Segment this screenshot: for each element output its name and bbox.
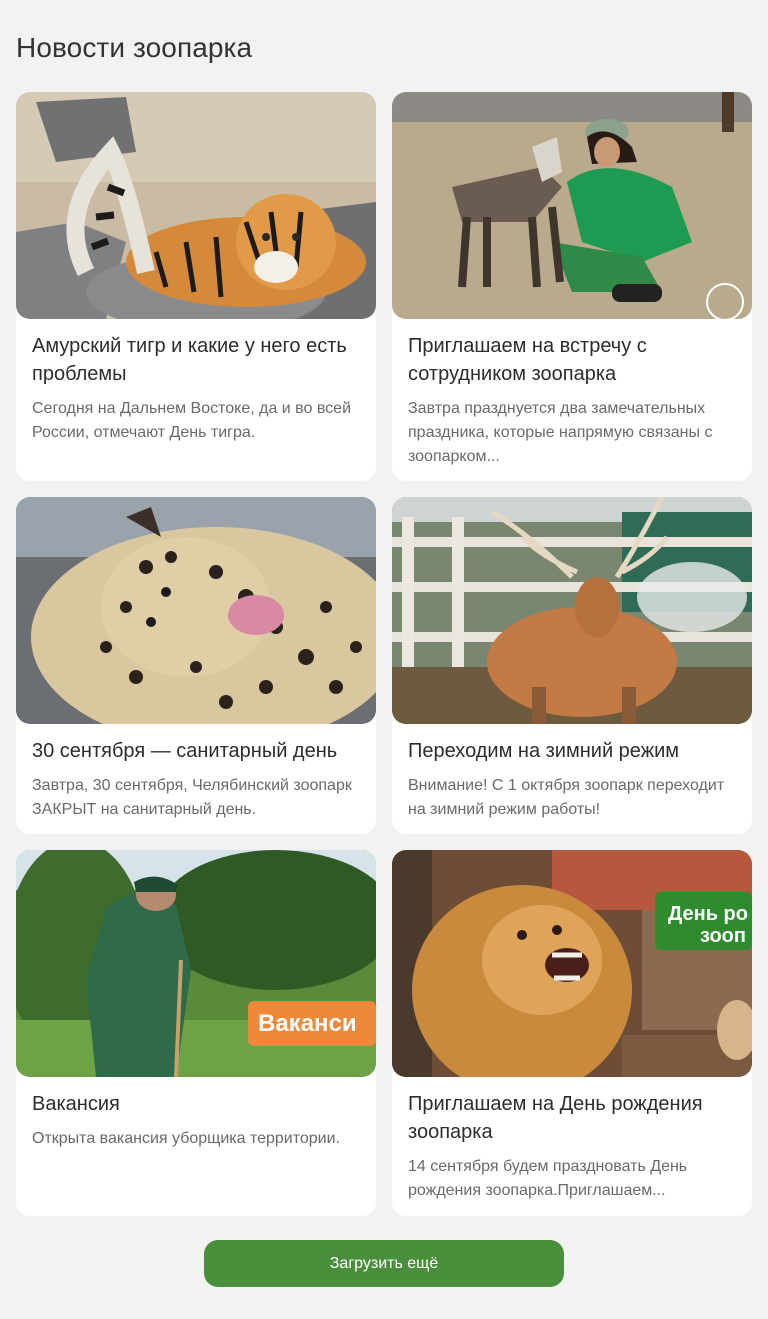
page-title: Новости зоопарка — [16, 32, 253, 63]
news-title[interactable]: Переходим на зимний режим — [408, 737, 736, 765]
worker-photo: Ваканси — [16, 850, 376, 1077]
news-grid: Амурский тигр и какие у него есть пробле… — [16, 92, 752, 1216]
birthday-banner-text-1: День ро — [668, 903, 748, 925]
news-card-birthday[interactable]: День ро зооп Приглашаем на День рождения … — [392, 850, 752, 1216]
news-description: Внимание! С 1 октября зоопарк переходит … — [408, 777, 725, 818]
news-title[interactable]: Приглашаем на встречу с сотрудником зооп… — [408, 332, 736, 388]
news-card-vacancy[interactable]: Ваканси Вакансия Открыта вакансия уборщи… — [16, 850, 376, 1216]
news-title[interactable]: Вакансия — [32, 1090, 360, 1118]
news-title[interactable]: Амурский тигр и какие у него есть пробле… — [32, 332, 360, 388]
news-image-deer[interactable] — [392, 497, 752, 724]
news-description: Завтра, 30 сентября, Челябинский зоопарк… — [32, 777, 352, 818]
vacancy-banner-text: Ваканси — [258, 1010, 357, 1037]
news-card-tiger[interactable]: Амурский тигр и какие у него есть пробле… — [16, 92, 376, 481]
news-description: Завтра празднуется два замечательных пра… — [408, 400, 713, 465]
news-image-zookeeper[interactable] — [392, 92, 752, 319]
news-card-deer[interactable]: Переходим на зимний режим Внимание! С 1 … — [392, 497, 752, 834]
news-title[interactable]: 30 сентября — санитарный день — [32, 737, 360, 765]
news-card-zookeeper[interactable]: Приглашаем на встречу с сотрудником зооп… — [392, 92, 752, 481]
load-more-button[interactable]: Загрузить ещё — [204, 1240, 564, 1287]
tiger-photo — [16, 92, 376, 319]
news-image-leopard[interactable] — [16, 497, 376, 724]
zookeeper-with-goat-photo — [392, 92, 752, 319]
leopard-photo — [16, 497, 376, 724]
news-image-birthday[interactable]: День ро зооп — [392, 850, 752, 1077]
news-image-tiger[interactable] — [16, 92, 376, 319]
news-image-vacancy[interactable]: Ваканси — [16, 850, 376, 1077]
news-description: Открыта вакансия уборщика территории. — [32, 1130, 340, 1147]
deer-photo — [392, 497, 752, 724]
birthday-banner-text-2: зооп — [700, 925, 746, 947]
news-card-leopard[interactable]: 30 сентября — санитарный день Завтра, 30… — [16, 497, 376, 834]
news-title[interactable]: Приглашаем на День рождения зоопарка — [408, 1090, 736, 1146]
news-description: Сегодня на Дальнем Востоке, да и во всей… — [32, 400, 351, 441]
news-description: 14 сентября будем праздновать День рожде… — [408, 1158, 688, 1199]
lion-photo: День розооп — [392, 850, 752, 1077]
